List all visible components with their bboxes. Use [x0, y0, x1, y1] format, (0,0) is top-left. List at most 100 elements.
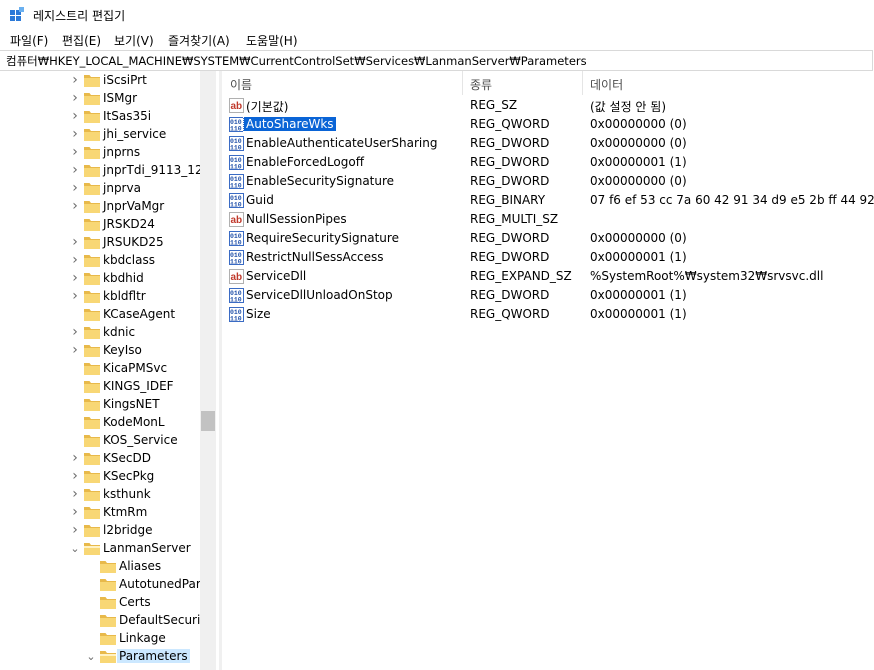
tree-item[interactable]: ⌄ Parameters	[0, 648, 200, 666]
value-data: 0x00000000 (0)	[590, 231, 687, 245]
menu-view[interactable]: 보기(V)	[112, 32, 156, 49]
column-data[interactable]: 데이터	[590, 76, 623, 93]
menu-edit[interactable]: 편집(E)	[60, 32, 103, 49]
tree-item[interactable]: › ISMgr	[0, 90, 200, 108]
tree-item[interactable]: › kdnic	[0, 324, 200, 342]
menu-favorites[interactable]: 즐겨찾기(A)	[166, 32, 232, 49]
chevron-right-icon[interactable]: ›	[70, 451, 80, 465]
value-data: 0x00000001 (1)	[590, 307, 687, 321]
folder-icon	[84, 146, 100, 160]
tree-item-label: ItSas35i	[103, 109, 152, 123]
chevron-right-icon[interactable]: ›	[70, 487, 80, 501]
tree-item[interactable]: KicaPMSvc	[0, 360, 200, 378]
column-header-row: 이름 종류 데이터	[222, 71, 874, 95]
folder-icon	[84, 182, 100, 196]
tree-item[interactable]: › KSecDD	[0, 450, 200, 468]
folder-icon	[84, 452, 100, 466]
column-separator[interactable]	[462, 71, 463, 95]
tree-item[interactable]: KingsNET	[0, 396, 200, 414]
tree-item[interactable]: KOS_Service	[0, 432, 200, 450]
value-data: 0x00000001 (1)	[590, 288, 687, 302]
tree-item[interactable]: AutotunedPara	[0, 576, 208, 594]
tree-item[interactable]: › JnprVaMgr	[0, 198, 200, 216]
tree-item[interactable]: KCaseAgent	[0, 306, 200, 324]
values-list[interactable]: 이름 종류 데이터 ab (기본값) REG_SZ (값 설정 안 됨) 010 1…	[222, 71, 874, 670]
tree-item[interactable]: Certs	[0, 594, 200, 612]
address-bar[interactable]: 컴퓨터₩HKEY_LOCAL_MACHINE₩SYSTEM₩CurrentCon…	[0, 50, 873, 71]
value-row[interactable]: 010 110 RequireSecuritySignature REG_DWOR…	[222, 229, 874, 248]
tree-item[interactable]: › l2bridge	[0, 522, 200, 540]
tree-item-label: KSecPkg	[103, 469, 155, 483]
tree-item-label: KOS_Service	[103, 433, 178, 447]
svg-text:110: 110	[230, 126, 242, 133]
chevron-right-icon[interactable]: ›	[70, 109, 80, 123]
value-row[interactable]: 010 110 ServiceDllUnloadOnStop REG_DWORD 0…	[222, 286, 874, 305]
tree-item[interactable]: ⌄ LanmanServer	[0, 540, 200, 558]
tree-item[interactable]: › jnprTdi_9113_129	[0, 162, 210, 180]
value-row[interactable]: ab NullSessionPipes REG_MULTI_SZ	[222, 210, 874, 229]
chevron-right-icon[interactable]: ›	[70, 289, 80, 303]
chevron-right-icon[interactable]: ›	[70, 145, 80, 159]
tree-item[interactable]: KodeMonL	[0, 414, 200, 432]
chevron-right-icon[interactable]: ›	[70, 199, 80, 213]
chevron-right-icon[interactable]: ›	[70, 343, 80, 357]
value-data: %SystemRoot%₩system32₩srvsvc.dll	[590, 269, 824, 283]
folder-icon	[84, 308, 100, 322]
tree-item[interactable]: › kbdhid	[0, 270, 200, 288]
chevron-down-icon[interactable]: ⌄	[70, 543, 80, 555]
tree-scrollbar[interactable]	[200, 71, 216, 670]
tree-item[interactable]: KINGS_IDEF	[0, 378, 200, 396]
tree-item[interactable]: › ItSas35i	[0, 108, 200, 126]
tree-item[interactable]: › jhi_service	[0, 126, 200, 144]
chevron-right-icon[interactable]: ›	[70, 505, 80, 519]
value-row[interactable]: 010 110 AutoShareWks REG_QWORD 0x00000000 …	[222, 115, 874, 134]
chevron-right-icon[interactable]: ›	[70, 325, 80, 339]
value-row[interactable]: 010 110 EnableSecuritySignature REG_DWORD…	[222, 172, 874, 191]
tree-scrollbar-thumb[interactable]	[201, 411, 215, 431]
tree-item[interactable]: › iScsiPrt	[0, 72, 200, 90]
tree-item[interactable]: JRSKD24	[0, 216, 200, 234]
value-row[interactable]: ab (기본값) REG_SZ (값 설정 안 됨)	[222, 96, 874, 115]
chevron-right-icon[interactable]: ›	[70, 469, 80, 483]
tree-item[interactable]: DefaultSecurity	[0, 612, 212, 630]
tree-item[interactable]: › KtmRm	[0, 504, 200, 522]
column-name[interactable]: 이름	[230, 76, 252, 93]
tree-item-label: LanmanServer	[103, 541, 191, 555]
tree-item[interactable]: › JRSUKD25	[0, 234, 200, 252]
tree-item[interactable]: › jnprns	[0, 144, 200, 162]
chevron-right-icon[interactable]: ›	[70, 235, 80, 249]
value-row[interactable]: ab ServiceDll REG_EXPAND_SZ %SystemRoot%₩s…	[222, 267, 874, 286]
value-row[interactable]: 010 110 EnableForcedLogoff REG_DWORD 0x000…	[222, 153, 874, 172]
folder-icon	[84, 164, 100, 178]
value-row[interactable]: 010 110 Size REG_QWORD 0x00000001 (1)	[222, 305, 874, 324]
tree-item[interactable]: › KeyIso	[0, 342, 200, 360]
tree-item[interactable]: › jnprva	[0, 180, 200, 198]
folder-icon	[84, 326, 100, 340]
menu-file[interactable]: 파일(F)	[8, 32, 50, 49]
tree-item[interactable]: › ksthunk	[0, 486, 200, 504]
svg-text:110: 110	[230, 259, 242, 266]
value-row[interactable]: 010 110 EnableAuthenticateUserSharing REG…	[222, 134, 874, 153]
chevron-down-icon[interactable]: ⌄	[86, 651, 96, 663]
chevron-right-icon[interactable]: ›	[70, 181, 80, 195]
value-row[interactable]: 010 110 Guid REG_BINARY 07 f6 ef 53 cc 7a …	[222, 191, 874, 210]
address-path[interactable]: 컴퓨터₩HKEY_LOCAL_MACHINE₩SYSTEM₩CurrentCon…	[6, 53, 587, 69]
tree-item[interactable]: › kbldfltr	[0, 288, 200, 306]
value-row[interactable]: 010 110 RestrictNullSessAccess REG_DWORD 0…	[222, 248, 874, 267]
chevron-right-icon[interactable]: ›	[70, 163, 80, 177]
column-separator[interactable]	[582, 71, 583, 95]
menu-help[interactable]: 도움말(H)	[244, 32, 300, 49]
tree-item[interactable]: › KSecPkg	[0, 468, 200, 486]
chevron-right-icon[interactable]: ›	[70, 523, 80, 537]
tree-item[interactable]: › kbdclass	[0, 252, 200, 270]
tree-item-label: JRSUKD25	[103, 235, 164, 249]
tree-item[interactable]: Aliases	[0, 558, 200, 576]
key-tree[interactable]: › iScsiPrt › ISMgr › ItSas35i › jhi_service…	[0, 71, 216, 670]
chevron-right-icon[interactable]: ›	[70, 253, 80, 267]
chevron-right-icon[interactable]: ›	[70, 271, 80, 285]
chevron-right-icon[interactable]: ›	[70, 73, 80, 87]
chevron-right-icon[interactable]: ›	[70, 127, 80, 141]
column-type[interactable]: 종류	[470, 76, 492, 93]
tree-item[interactable]: Linkage	[0, 630, 200, 648]
chevron-right-icon[interactable]: ›	[70, 91, 80, 105]
